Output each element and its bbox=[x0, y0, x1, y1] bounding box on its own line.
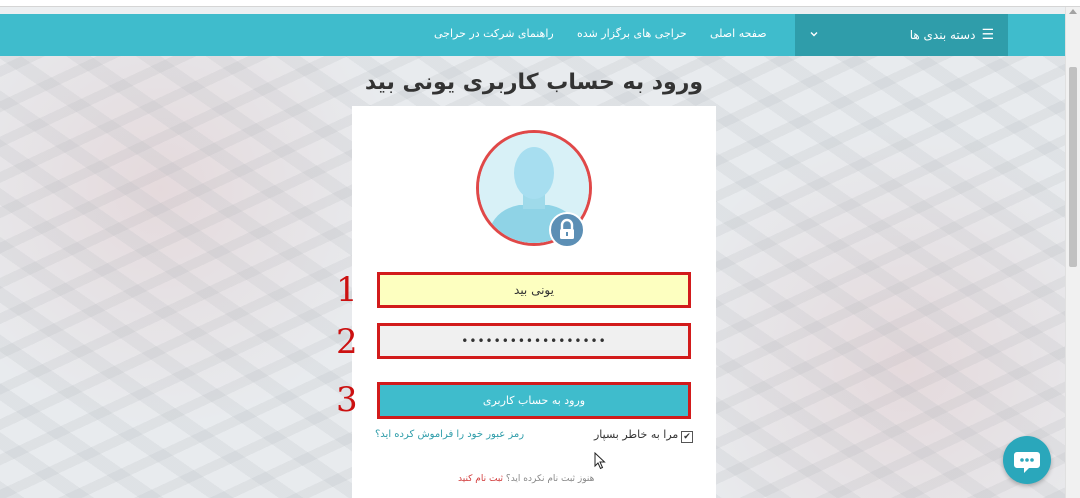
menu-icon: ☰ bbox=[981, 27, 994, 43]
categories-dropdown[interactable]: ☰ دسته بندی ها bbox=[795, 14, 1008, 56]
scrollbar-thumb[interactable] bbox=[1069, 67, 1077, 267]
nav-link-guide[interactable]: راهنمای شرکت در حراجی bbox=[434, 14, 554, 56]
register-prompt-text: هنوز ثبت نام نکرده اید؟ bbox=[505, 474, 595, 484]
lock-icon bbox=[549, 212, 585, 248]
scrollbar[interactable] bbox=[1065, 7, 1080, 498]
login-button[interactable]: ورود به حساب کاربری bbox=[377, 382, 691, 419]
chat-bubble-icon bbox=[1003, 452, 1051, 488]
nav-link-past-auctions[interactable]: حراجی های برگزار شده bbox=[577, 14, 687, 56]
annotation-number-2: 2 bbox=[336, 322, 358, 362]
annotation-number-3: 3 bbox=[336, 380, 358, 420]
categories-label: دسته بندی ها bbox=[909, 28, 976, 42]
register-prompt: هنوز ثبت نام نکرده اید؟ ثبت نام کنید bbox=[458, 474, 594, 484]
page-title: ورود به حساب کاربری یونی بید bbox=[364, 70, 704, 95]
annotation-number-1: 1 bbox=[336, 270, 358, 310]
forgot-password-link[interactable]: رمز عبور خود را فراموش کرده اید؟ bbox=[375, 429, 524, 440]
chat-button[interactable] bbox=[1003, 436, 1051, 484]
remember-me-label: مرا به خاطر بسپار bbox=[594, 428, 679, 441]
chevron-down-icon bbox=[809, 28, 819, 42]
remember-me-checkbox[interactable]: ✔ bbox=[681, 431, 693, 443]
register-link[interactable]: ثبت نام کنید bbox=[458, 474, 503, 484]
browser-top-edge bbox=[0, 0, 1080, 7]
mouse-cursor-icon bbox=[594, 451, 606, 474]
username-input[interactable] bbox=[377, 272, 691, 308]
nav-link-home[interactable]: صفحه اصلی bbox=[710, 14, 767, 56]
password-input[interactable] bbox=[377, 323, 691, 359]
scroll-up-icon[interactable] bbox=[1069, 9, 1077, 14]
